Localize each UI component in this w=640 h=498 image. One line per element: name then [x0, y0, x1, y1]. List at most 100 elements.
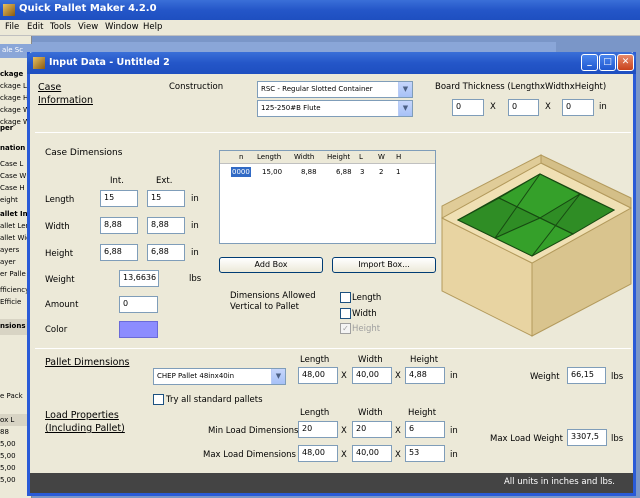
unit-label: in: [599, 102, 607, 112]
pallet-height-header: Height: [410, 355, 439, 365]
length-int-input[interactable]: 15: [100, 190, 138, 207]
pallet-length-header: Length: [300, 355, 330, 365]
bg-text: er Palle: [0, 270, 26, 278]
col-header[interactable]: L: [359, 153, 363, 161]
bg-text: Case L: [0, 160, 24, 168]
height-int-input[interactable]: 6,88: [100, 244, 138, 261]
col-header[interactable]: Width: [294, 153, 314, 161]
amount-input[interactable]: 0: [119, 296, 158, 313]
width-label: Width: [45, 222, 70, 232]
min-load-length-input[interactable]: 20: [298, 421, 338, 438]
min-load-height-input[interactable]: 6: [405, 421, 445, 438]
row-height-cell: 6,88: [336, 168, 352, 176]
add-box-button[interactable]: Add Box: [219, 257, 323, 273]
bg-text: ayer: [0, 258, 16, 266]
max-load-label: Max Load Dimensions: [203, 450, 296, 460]
menu-help[interactable]: Help: [143, 22, 162, 32]
import-box-button[interactable]: Import Box...: [332, 257, 436, 273]
min-load-width-input[interactable]: 20: [352, 421, 392, 438]
col-header[interactable]: H: [396, 153, 401, 161]
length-vertical-checkbox[interactable]: [340, 292, 351, 303]
max-load-height-input[interactable]: 53: [405, 445, 445, 462]
color-swatch[interactable]: [119, 321, 158, 338]
app-title-bar[interactable]: Quick Pallet Maker 4.2.0: [0, 0, 640, 20]
table-row[interactable]: 0000 15,00 8,88 6,88 3 2 1: [220, 167, 435, 179]
bg-text: ckage H: [0, 94, 29, 102]
width-vertical-checkbox[interactable]: [340, 308, 351, 319]
load-height-header: Height: [408, 408, 437, 418]
col-header[interactable]: Height: [327, 153, 350, 161]
col-header[interactable]: Length: [257, 153, 281, 161]
col-header[interactable]: W: [378, 153, 385, 161]
pallet-height-input[interactable]: 4,88: [405, 367, 445, 384]
weight-input[interactable]: 13,6636: [119, 270, 159, 287]
bg-text: 5,00: [0, 464, 16, 472]
height-vertical-checkbox[interactable]: ✓: [340, 323, 351, 334]
bg-text: nation: [0, 144, 26, 152]
pallet-weight-input[interactable]: 66,15: [567, 367, 606, 384]
box-list-table[interactable]: n Length Width Height L W H 0000 15,00 8…: [219, 150, 436, 244]
menu-tools[interactable]: Tools: [50, 22, 71, 32]
row-width-cell: 8,88: [301, 168, 317, 176]
row-h-cell: 1: [396, 168, 401, 176]
pallet-width-input[interactable]: 40,00: [352, 367, 392, 384]
x-label: X: [341, 371, 347, 381]
menu-file[interactable]: File: [5, 22, 19, 32]
pallet-dimensions-label: Pallet Dimensions: [45, 357, 130, 368]
minimize-button[interactable]: _: [581, 54, 598, 71]
bg-text: allet Len: [0, 222, 30, 230]
row-l-cell: 3: [360, 168, 365, 176]
x-label: X: [545, 102, 551, 112]
pallet-width-header: Width: [358, 355, 383, 365]
bg-text: ckage L: [0, 82, 27, 90]
pallet-length-input[interactable]: 48,00: [298, 367, 338, 384]
height-ext-input[interactable]: 6,88: [147, 244, 185, 261]
load-properties-label-2: (Including Pallet): [45, 423, 125, 434]
unit-label: in: [191, 221, 199, 231]
menu-edit[interactable]: Edit: [27, 22, 43, 32]
max-load-weight-input[interactable]: 3307,5: [567, 429, 607, 446]
chevron-down-icon: ▼: [271, 369, 285, 384]
divider: [35, 348, 631, 349]
x-label: X: [341, 426, 347, 436]
max-load-width-input[interactable]: 40,00: [352, 445, 392, 462]
x-label: X: [395, 426, 401, 436]
dialog-title-bar[interactable]: Input Data - Untitled 2 _ □ ✕: [27, 52, 636, 74]
height-vertical-label: Height: [352, 324, 381, 334]
width-int-input[interactable]: 8,88: [100, 217, 138, 234]
board-thickness-width[interactable]: 0: [508, 99, 539, 116]
length-ext-input[interactable]: 15: [147, 190, 185, 207]
try-all-pallets-checkbox[interactable]: [153, 394, 164, 405]
bg-text: ayers: [0, 246, 20, 254]
board-thickness-height[interactable]: 0: [562, 99, 594, 116]
bg-text: fficiency: [0, 286, 30, 294]
maximize-button[interactable]: □: [599, 54, 616, 71]
max-load-length-input[interactable]: 48,00: [298, 445, 338, 462]
bg-text: ckage W: [0, 106, 30, 114]
length-label: Length: [45, 195, 75, 205]
int-header: Int.: [110, 176, 124, 186]
board-thickness-length[interactable]: 0: [452, 99, 484, 116]
col-header[interactable]: n: [239, 153, 243, 161]
case-info-label-2: Information: [38, 95, 93, 106]
status-bar: All units in inches and lbs.: [30, 473, 633, 493]
row-w-cell: 2: [379, 168, 384, 176]
length-vertical-label: Length: [352, 293, 382, 303]
board-thickness-label: Board Thickness (LengthxWidthxHeight): [435, 82, 607, 92]
flute-select[interactable]: 125-250#B Flute ▼: [257, 100, 413, 117]
load-properties-label: Load Properties: [45, 410, 119, 421]
bg-text: 88: [0, 428, 9, 436]
load-length-header: Length: [300, 408, 330, 418]
width-ext-input[interactable]: 8,88: [147, 217, 185, 234]
unit-label: in: [450, 371, 458, 381]
divider: [35, 132, 631, 133]
vertical-label-2: Vertical to Pallet: [230, 302, 299, 312]
menu-view[interactable]: View: [78, 22, 98, 32]
close-button[interactable]: ✕: [617, 54, 634, 71]
construction-select[interactable]: RSC - Regular Slotted Container ▼: [257, 81, 413, 98]
lbs-label: lbs: [611, 434, 624, 444]
menu-window[interactable]: Window: [105, 22, 139, 32]
bg-text: 5,00: [0, 476, 16, 484]
pallet-select[interactable]: CHEP Pallet 48inx40in ▼: [153, 368, 286, 385]
amount-label: Amount: [45, 300, 79, 310]
